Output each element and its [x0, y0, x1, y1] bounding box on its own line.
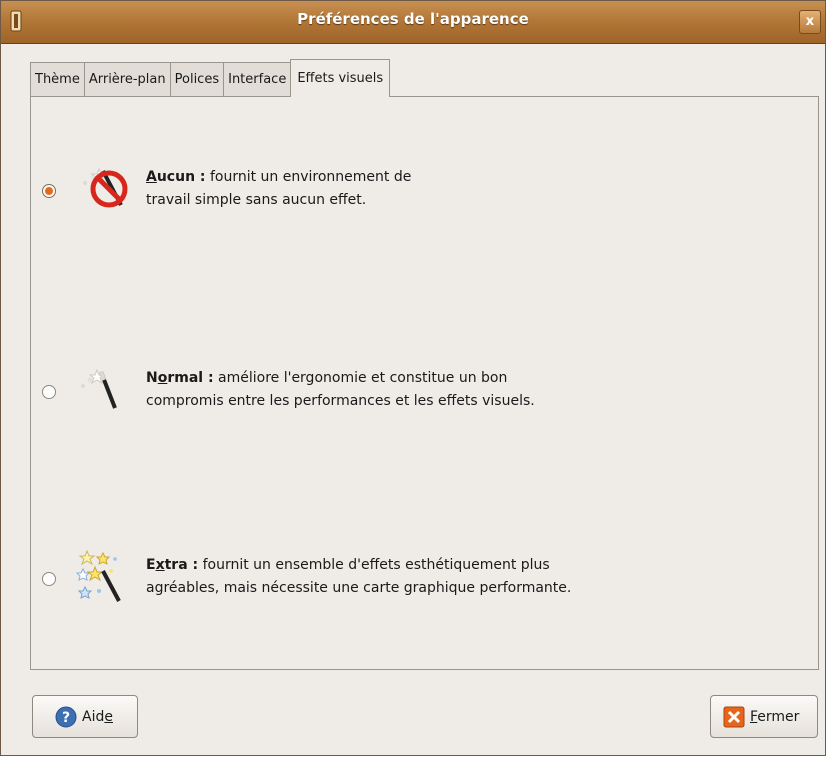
magic-wand-icon — [81, 368, 117, 409]
option-extra-description: Extra : fournit un ensemble d'effets est… — [146, 554, 571, 600]
option-normal-line2: compromis entre les performances et les … — [146, 393, 535, 409]
option-none[interactable]: Aucun : fournit un environnement de trav… — [31, 147, 791, 217]
radio-none[interactable] — [42, 184, 56, 198]
window-close-button[interactable]: x — [799, 10, 821, 34]
visual-effects-panel: Aucun : fournit un environnement de trav… — [30, 96, 819, 670]
help-button[interactable]: ? Aide — [32, 695, 138, 738]
close-button[interactable]: Fermer — [710, 695, 818, 738]
tab-fonts[interactable]: Polices — [169, 62, 224, 96]
option-normal-name: Normal : — [146, 370, 214, 386]
appearance-preferences-window: Préférences de l'apparence x Thème Arriè… — [0, 0, 826, 756]
tab-theme[interactable]: Thème — [30, 62, 84, 96]
option-none-name: Aucun : — [146, 169, 206, 185]
tab-bar: Thème Arrière-plan Polices Interface Eff… — [30, 58, 391, 97]
option-extra-line2: agréables, mais nécessite une carte grap… — [146, 580, 572, 596]
tab-background[interactable]: Arrière-plan — [83, 62, 170, 96]
tab-visual-effects[interactable]: Effets visuels — [290, 59, 391, 97]
close-icon — [723, 706, 745, 727]
title-bar[interactable]: Préférences de l'apparence x — [1, 1, 825, 44]
window-title: Préférences de l'apparence — [297, 10, 529, 28]
option-none-line2: travail simple sans aucun effet. — [146, 192, 367, 208]
option-none-description: Aucun : fournit un environnement de trav… — [146, 166, 411, 212]
no-effects-icon — [83, 167, 128, 208]
radio-normal[interactable] — [42, 385, 56, 399]
radio-extra[interactable] — [42, 572, 56, 586]
help-icon: ? — [55, 706, 77, 727]
option-normal[interactable]: Normal : améliore l'ergonomie et constit… — [31, 350, 791, 420]
option-normal-description: Normal : améliore l'ergonomie et constit… — [146, 367, 535, 413]
sparkle-wand-icon — [75, 549, 121, 602]
option-extra-name: Extra : — [146, 557, 199, 573]
help-button-label: Aide — [82, 708, 113, 725]
option-extra-line1: fournit un ensemble d'effets esthétiquem… — [198, 557, 550, 573]
option-extra[interactable]: Extra : fournit un ensemble d'effets est… — [31, 545, 791, 615]
option-none-line1: fournit un environnement de — [205, 169, 412, 185]
tab-interface[interactable]: Interface — [223, 62, 291, 96]
close-button-label: Fermer — [750, 708, 800, 725]
option-normal-line1: améliore l'ergonomie et constitue un bon — [213, 370, 508, 386]
svg-text:?: ? — [62, 710, 70, 726]
